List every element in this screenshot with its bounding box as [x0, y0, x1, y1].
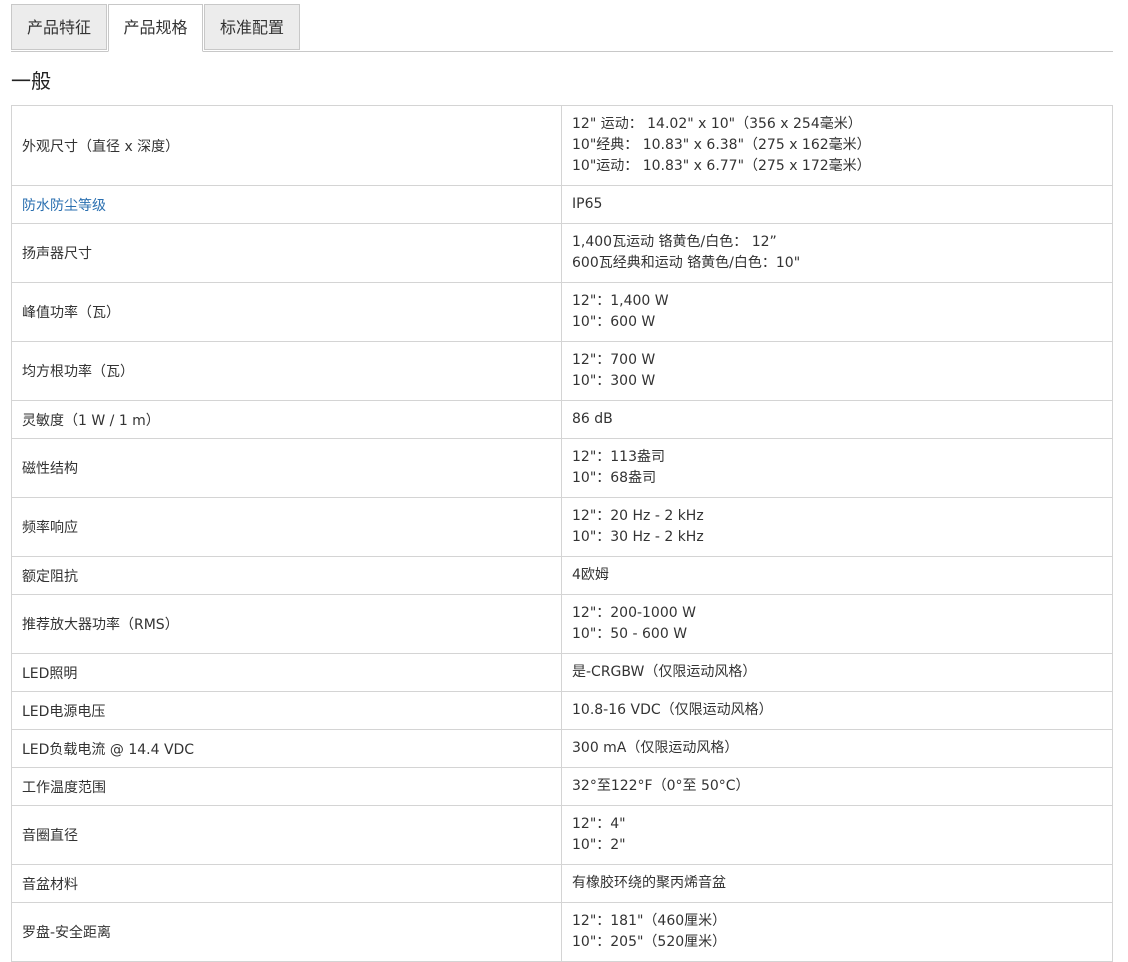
spec-label: 扬声器尺寸 — [11, 223, 562, 283]
spec-label-waterproof-link[interactable]: 防水防尘等级 — [11, 185, 562, 224]
table-row: 推荐放大器功率（RMS） 12"：200-1000 W 10"：50 - 600… — [11, 594, 1113, 654]
table-row: 灵敏度（1 W / 1 m） 86 dB — [11, 400, 1113, 439]
spec-value-line: 12"：1,400 W — [572, 293, 669, 309]
table-row: 音盆材料 有橡胶环绕的聚丙烯音盆 — [11, 864, 1113, 903]
spec-value: 12"：4" 10"：2" — [561, 805, 1113, 865]
spec-value-line: 12"：4" — [572, 816, 626, 832]
spec-value: 32°至122°F（0°至 50°C） — [561, 767, 1113, 806]
spec-label: 磁性结构 — [11, 438, 562, 498]
spec-value-line: 12"：20 Hz - 2 kHz — [572, 508, 704, 524]
spec-value-line: 4欧姆 — [572, 567, 609, 583]
spec-value: 是-CRGBW（仅限运动风格） — [561, 653, 1113, 692]
table-row: 额定阻抗 4欧姆 — [11, 556, 1113, 595]
section-title: 一般 — [11, 69, 51, 93]
spec-value: 10.8-16 VDC（仅限运动风格） — [561, 691, 1113, 730]
spec-value-line: 600瓦经典和运动 铬黄色/白色：10" — [572, 255, 801, 271]
spec-value-line: 有橡胶环绕的聚丙烯音盆 — [572, 875, 726, 891]
spec-value: 86 dB — [561, 400, 1113, 439]
spec-value-line: 300 mA（仅限运动风格） — [572, 740, 739, 756]
spec-value: 12" 运动： 14.02" x 10"（356 x 254毫米） 10"经典：… — [561, 105, 1113, 186]
table-row: 峰值功率（瓦） 12"：1,400 W 10"：600 W — [11, 282, 1113, 342]
spec-table: 外观尺寸（直径 x 深度） 12" 运动： 14.02" x 10"（356 x… — [11, 105, 1113, 962]
tab-product-specs[interactable]: 产品规格 — [108, 4, 203, 52]
spec-value: 12"：700 W 10"：300 W — [561, 341, 1113, 401]
spec-value-line: 10.8-16 VDC（仅限运动风格） — [572, 702, 773, 718]
spec-value-line: 86 dB — [572, 411, 613, 427]
spec-value-line: 12"：200-1000 W — [572, 605, 696, 621]
spec-value: 12"：20 Hz - 2 kHz 10"：30 Hz - 2 kHz — [561, 497, 1113, 557]
spec-label: 峰值功率（瓦） — [11, 282, 562, 342]
spec-value-line: 1,400瓦运动 铬黄色/白色： 12” — [572, 234, 777, 250]
waterproof-rating-link[interactable]: 防水防尘等级 — [22, 198, 106, 214]
spec-value-line: 10"：50 - 600 W — [572, 626, 688, 642]
spec-label: 频率响应 — [11, 497, 562, 557]
spec-value-line: 10"：2" — [572, 837, 626, 853]
tab-standard-config[interactable]: 标准配置 — [204, 4, 300, 50]
table-row: LED照明 是-CRGBW（仅限运动风格） — [11, 653, 1113, 692]
spec-value-line: 10"：68盎司 — [572, 470, 657, 486]
spec-value-line: 12"：181"（460厘米） — [572, 913, 727, 929]
spec-value-line: 10"：205"（520厘米） — [572, 934, 727, 950]
spec-value-line: 是-CRGBW（仅限运动风格） — [572, 664, 757, 680]
table-row: 防水防尘等级 IP65 — [11, 185, 1113, 224]
spec-value: 12"：200-1000 W 10"：50 - 600 W — [561, 594, 1113, 654]
spec-label: LED照明 — [11, 653, 562, 692]
tab-product-features[interactable]: 产品特征 — [11, 4, 107, 50]
spec-value-line: 12" 运动： 14.02" x 10"（356 x 254毫米） — [572, 116, 862, 132]
spec-label: 音盆材料 — [11, 864, 562, 903]
spec-value-line: 10"：600 W — [572, 314, 656, 330]
table-row: 扬声器尺寸 1,400瓦运动 铬黄色/白色： 12” 600瓦经典和运动 铬黄色… — [11, 223, 1113, 283]
spec-value: 4欧姆 — [561, 556, 1113, 595]
spec-label: 罗盘-安全距离 — [11, 902, 562, 962]
spec-value: 12"：113盎司 10"：68盎司 — [561, 438, 1113, 498]
spec-label: 音圈直径 — [11, 805, 562, 865]
spec-label: 推荐放大器功率（RMS） — [11, 594, 562, 654]
spec-value: 300 mA（仅限运动风格） — [561, 729, 1113, 768]
spec-label: 灵敏度（1 W / 1 m） — [11, 400, 562, 439]
spec-value-line: 32°至122°F（0°至 50°C） — [572, 778, 750, 794]
spec-label: LED负载电流 @ 14.4 VDC — [11, 729, 562, 768]
table-row: 外观尺寸（直径 x 深度） 12" 运动： 14.02" x 10"（356 x… — [11, 105, 1113, 186]
spec-label: 工作温度范围 — [11, 767, 562, 806]
spec-label: 外观尺寸（直径 x 深度） — [11, 105, 562, 186]
table-row: 频率响应 12"：20 Hz - 2 kHz 10"：30 Hz - 2 kHz — [11, 497, 1113, 557]
spec-value-line: 10"：300 W — [572, 373, 656, 389]
spec-value-line: IP65 — [572, 196, 603, 212]
spec-value: 1,400瓦运动 铬黄色/白色： 12” 600瓦经典和运动 铬黄色/白色：10… — [561, 223, 1113, 283]
table-row: 音圈直径 12"：4" 10"：2" — [11, 805, 1113, 865]
spec-value: 有橡胶环绕的聚丙烯音盆 — [561, 864, 1113, 903]
spec-value: IP65 — [561, 185, 1113, 224]
table-row: 罗盘-安全距离 12"：181"（460厘米） 10"：205"（520厘米） — [11, 902, 1113, 962]
spec-value-line: 10"：30 Hz - 2 kHz — [572, 529, 704, 545]
spec-label: 均方根功率（瓦） — [11, 341, 562, 401]
spec-value-line: 12"：113盎司 — [572, 449, 665, 465]
spec-value: 12"：181"（460厘米） 10"：205"（520厘米） — [561, 902, 1113, 962]
spec-value-line: 12"：700 W — [572, 352, 656, 368]
table-row: LED负载电流 @ 14.4 VDC 300 mA（仅限运动风格） — [11, 729, 1113, 768]
spec-value-line: 10"经典： 10.83" x 6.38"（275 x 162毫米） — [572, 137, 871, 153]
spec-label: LED电源电压 — [11, 691, 562, 730]
table-row: 均方根功率（瓦） 12"：700 W 10"：300 W — [11, 341, 1113, 401]
table-row: 工作温度范围 32°至122°F（0°至 50°C） — [11, 767, 1113, 806]
table-row: LED电源电压 10.8-16 VDC（仅限运动风格） — [11, 691, 1113, 730]
spec-value: 12"：1,400 W 10"：600 W — [561, 282, 1113, 342]
table-row: 磁性结构 12"：113盎司 10"：68盎司 — [11, 438, 1113, 498]
spec-label: 额定阻抗 — [11, 556, 562, 595]
spec-value-line: 10"运动： 10.83" x 6.77"（275 x 172毫米） — [572, 158, 871, 174]
